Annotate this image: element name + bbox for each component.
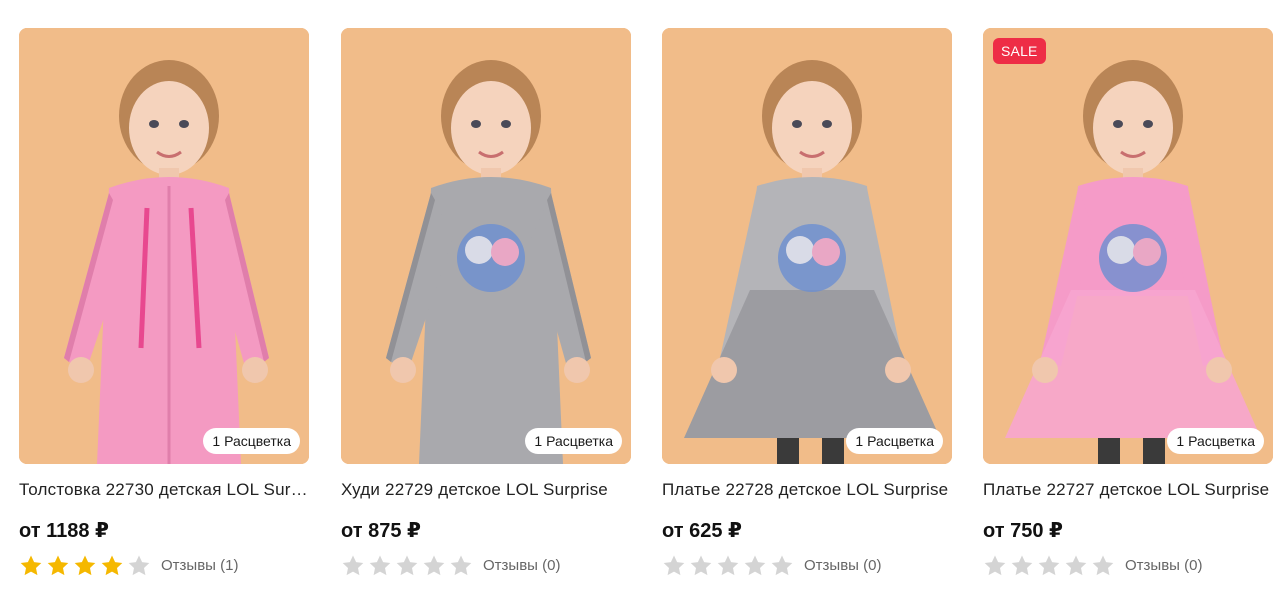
product-card[interactable]: SALE 1 Расцветка Платье 22727 детское LO… [983, 28, 1273, 576]
star-rating [662, 554, 794, 576]
star-icon [1092, 555, 1114, 576]
product-price: от 625 ₽ [662, 520, 742, 542]
product-title[interactable]: Платье 22727 детское LOL Surprise [983, 480, 1273, 500]
product-image [662, 28, 952, 464]
product-card[interactable]: 1 Расцветка Худи 22729 детское LOL Surpr… [341, 28, 631, 576]
product-card[interactable]: 1 Расцветка Толстовка 22730 детская LOL … [19, 28, 309, 576]
star-icon [396, 555, 418, 576]
star-icon [74, 555, 96, 576]
reviews-link[interactable]: Отзывы (0) [483, 557, 560, 574]
reviews-link[interactable]: Отзывы (1) [161, 557, 238, 574]
star-icon [20, 555, 42, 576]
product-price: от 1188 ₽ [19, 520, 109, 542]
reviews-link[interactable]: Отзывы (0) [804, 557, 881, 574]
product-title[interactable]: Толстовка 22730 детская LOL Surprise [19, 480, 309, 500]
product-card[interactable]: 1 Расцветка Платье 22728 детское LOL Sur… [662, 28, 952, 576]
star-icon [450, 555, 472, 576]
star-icon [984, 555, 1006, 576]
colors-count-badge[interactable]: 1 Расцветка [203, 428, 300, 454]
product-title[interactable]: Худи 22729 детское LOL Surprise [341, 480, 631, 500]
star-icon [101, 555, 123, 576]
colors-count-badge[interactable]: 1 Расцветка [525, 428, 622, 454]
product-image [341, 28, 631, 464]
star-rating [983, 554, 1115, 576]
rating: Отзывы (0) [662, 554, 952, 576]
star-icon [1038, 555, 1060, 576]
colors-count-badge[interactable]: 1 Расцветка [846, 428, 943, 454]
reviews-link[interactable]: Отзывы (0) [1125, 557, 1202, 574]
star-icon [47, 555, 69, 576]
rating: Отзывы (1) [19, 554, 309, 576]
product-image [983, 28, 1273, 464]
product-photo[interactable]: 1 Расцветка [662, 28, 952, 464]
star-icon [663, 555, 685, 576]
star-icon [128, 555, 150, 576]
product-photo[interactable]: 1 Расцветка [341, 28, 631, 464]
rating: Отзывы (0) [983, 554, 1273, 576]
sale-badge: SALE [993, 38, 1046, 64]
star-icon [744, 555, 766, 576]
product-title[interactable]: Платье 22728 детское LOL Surprise [662, 480, 952, 500]
product-price: от 750 ₽ [983, 520, 1063, 542]
star-icon [369, 555, 391, 576]
star-icon [690, 555, 712, 576]
product-grid: 1 Расцветка Толстовка 22730 детская LOL … [0, 0, 1280, 604]
star-icon [423, 555, 445, 576]
product-image [19, 28, 309, 464]
star-icon [1011, 555, 1033, 576]
star-icon [771, 555, 793, 576]
star-rating [19, 554, 151, 576]
product-photo[interactable]: 1 Расцветка [19, 28, 309, 464]
colors-count-badge[interactable]: 1 Расцветка [1167, 428, 1264, 454]
star-icon [1065, 555, 1087, 576]
rating: Отзывы (0) [341, 554, 631, 576]
star-icon [342, 555, 364, 576]
star-rating [341, 554, 473, 576]
product-photo[interactable]: SALE 1 Расцветка [983, 28, 1273, 464]
star-icon [717, 555, 739, 576]
product-price: от 875 ₽ [341, 520, 421, 542]
